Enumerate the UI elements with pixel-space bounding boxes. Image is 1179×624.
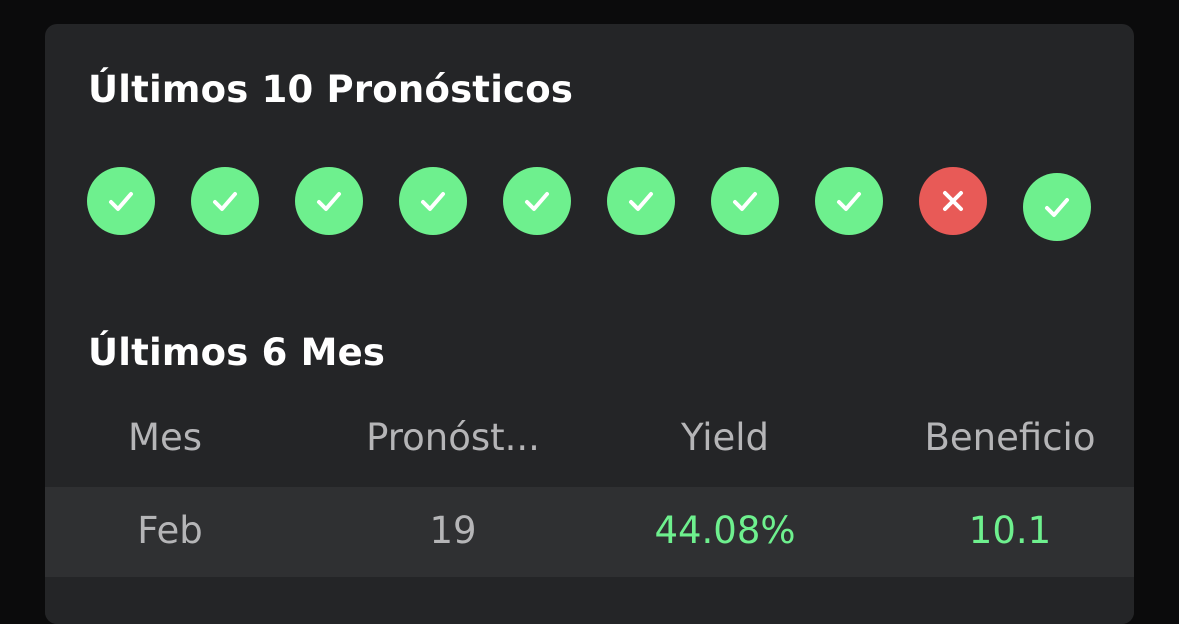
column-header-month[interactable]: Mes — [100, 416, 230, 459]
result-win-icon — [295, 167, 363, 235]
result-win-icon — [1023, 173, 1091, 241]
result-win-icon — [399, 167, 467, 235]
result-win-icon — [191, 167, 259, 235]
cell-yield: 44.08% — [654, 509, 796, 552]
cell-picks: 19 — [429, 509, 477, 552]
result-win-icon — [711, 167, 779, 235]
recent-results-strip — [87, 167, 1107, 247]
table-row[interactable]: Feb 19 44.08% 10.1 — [45, 487, 1134, 577]
result-win-icon — [815, 167, 883, 235]
column-header-profit[interactable]: Beneficio — [900, 416, 1120, 459]
monthly-table-header: Mes Pronóst... Yield Beneficio — [45, 416, 1134, 468]
cell-month: Feb — [137, 509, 203, 552]
result-win-icon — [87, 167, 155, 235]
result-win-icon — [503, 167, 571, 235]
monthly-stats-title: Últimos 6 Mes — [88, 331, 386, 374]
result-win-icon — [607, 167, 675, 235]
recent-picks-title: Últimos 10 Pronósticos — [88, 68, 574, 111]
column-header-yield[interactable]: Yield — [655, 416, 795, 459]
result-loss-icon — [919, 167, 987, 235]
stats-card: Últimos 10 Pronósticos Últimos 6 Mes Mes… — [45, 24, 1134, 624]
table-row-next — [45, 577, 1134, 624]
cell-profit: 10.1 — [968, 509, 1052, 552]
column-header-picks[interactable]: Pronóst... — [343, 416, 563, 459]
